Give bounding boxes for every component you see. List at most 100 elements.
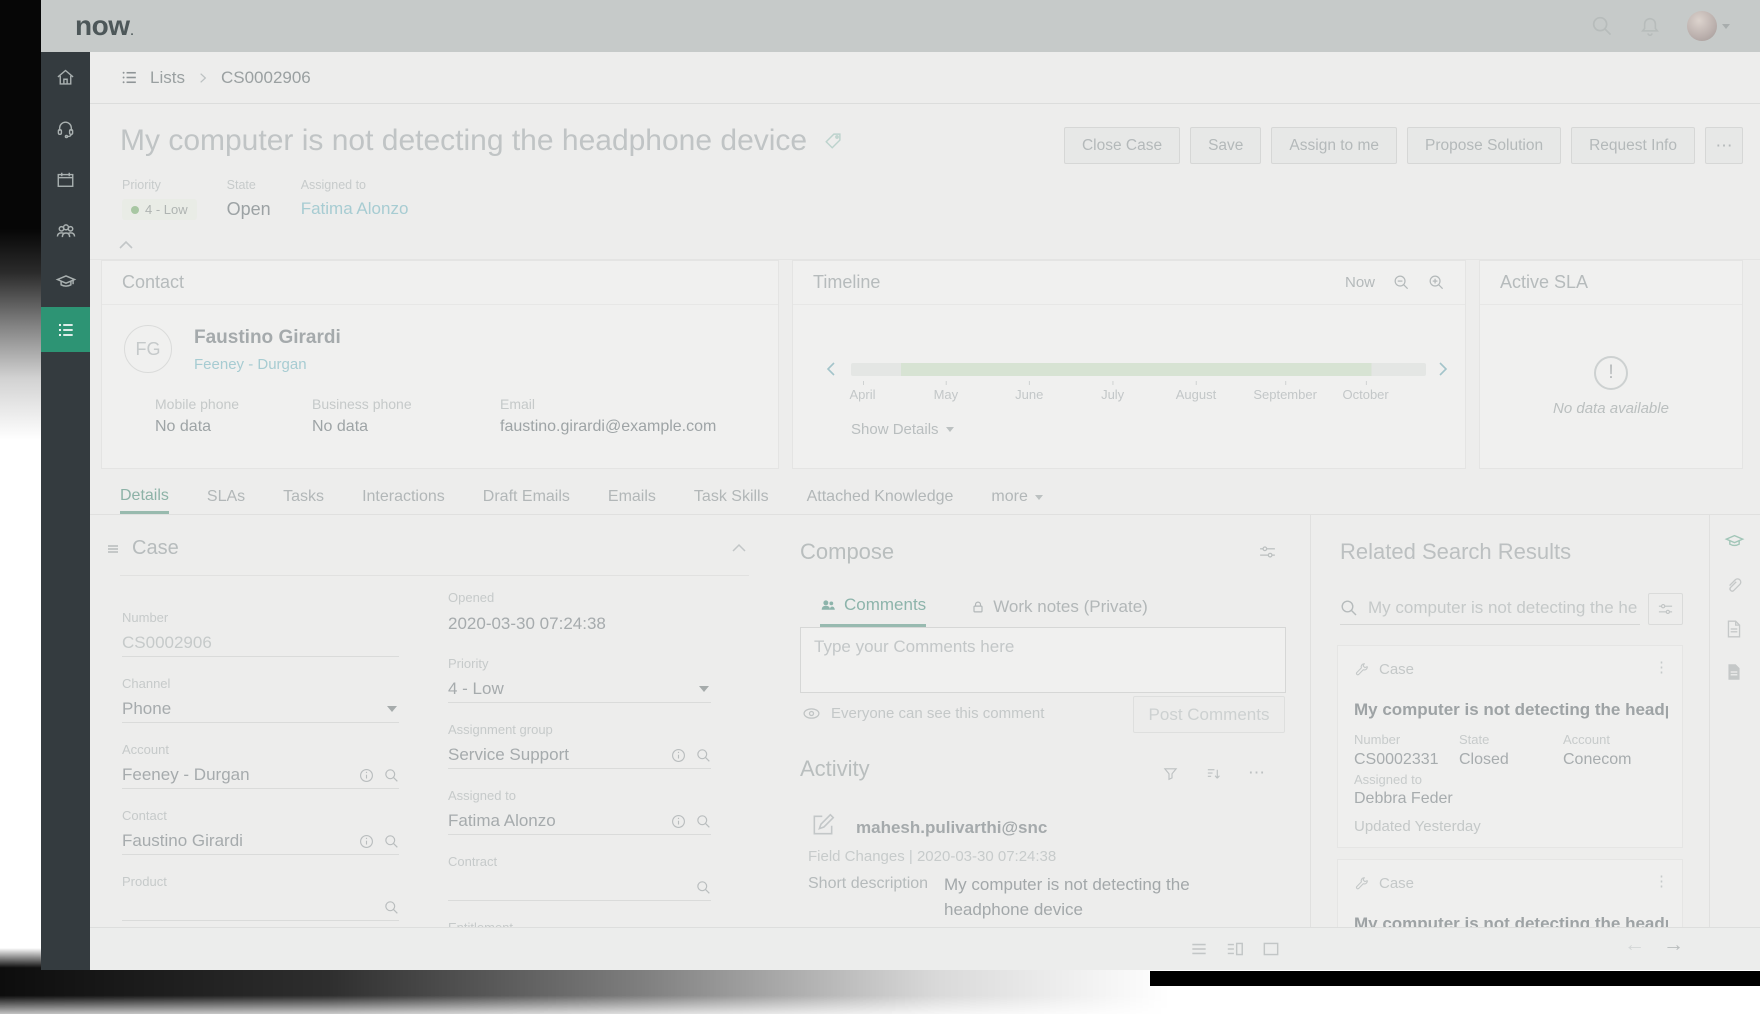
card-kebab-menu-icon[interactable]: ⋮ xyxy=(1654,658,1669,676)
sort-icon[interactable] xyxy=(1205,765,1222,782)
lookup-search-icon[interactable] xyxy=(696,748,711,763)
timeline-scroll-right[interactable] xyxy=(1437,361,1449,377)
headset-icon xyxy=(57,121,74,139)
result-title[interactable]: My computer is not detecting the headp… xyxy=(1354,700,1668,720)
activity-more-icon[interactable]: ⋯ xyxy=(1248,763,1266,783)
lookup-search-icon[interactable] xyxy=(384,834,399,849)
tab-task-skills[interactable]: Task Skills xyxy=(694,480,769,514)
notifications-bell-icon[interactable] xyxy=(1639,15,1661,37)
tab-draft-emails[interactable]: Draft Emails xyxy=(483,480,570,514)
page-title: My computer is not detecting the headpho… xyxy=(120,124,843,158)
next-record-arrow[interactable]: → xyxy=(1663,933,1684,957)
assigned-to-reference-input[interactable]: Fatima Alonzo xyxy=(448,808,711,835)
lookup-search-icon[interactable] xyxy=(696,814,711,829)
contact-reference-input[interactable]: Faustino Girardi xyxy=(122,828,399,855)
contact-fields: Mobile phone No data Business phone No d… xyxy=(155,396,716,436)
more-actions-button[interactable]: ⋯ xyxy=(1705,127,1743,164)
product-reference-input[interactable] xyxy=(122,894,399,921)
channel-select[interactable]: Phone xyxy=(122,696,399,723)
sidebar-item-home[interactable] xyxy=(41,52,90,103)
contract-reference-input[interactable] xyxy=(448,874,711,901)
contact-email-link[interactable]: faustino.girardi@example.com xyxy=(500,418,716,436)
attachment-paperclip-icon[interactable] xyxy=(1724,575,1744,595)
timeline-card-header: Timeline Now xyxy=(793,261,1465,305)
save-button[interactable]: Save xyxy=(1190,127,1262,164)
contact-account-link[interactable]: Feeney - Durgan xyxy=(194,356,307,373)
timeline-bar[interactable] xyxy=(851,363,1426,376)
document-outline-icon[interactable] xyxy=(1724,619,1744,639)
card-kebab-menu-icon[interactable]: ⋮ xyxy=(1654,872,1669,890)
knowledge-cap-icon[interactable] xyxy=(1724,531,1745,552)
document-filled-icon[interactable] xyxy=(1724,662,1744,682)
related-search-input[interactable] xyxy=(1368,597,1640,618)
search-settings-button[interactable] xyxy=(1648,593,1683,625)
activity-entry-user: mahesh.pulivarthi@snc xyxy=(856,818,1048,837)
side-tool-strip xyxy=(1709,515,1760,927)
tag-icon[interactable] xyxy=(823,131,843,151)
assigned-to-link[interactable]: Fatima Alonzo xyxy=(301,199,409,219)
tab-attached-knowledge[interactable]: Attached Knowledge xyxy=(807,480,954,514)
timeline-now-label[interactable]: Now xyxy=(1345,274,1375,291)
priority-select[interactable]: 4 - Low xyxy=(448,676,711,703)
request-info-button[interactable]: Request Info xyxy=(1571,127,1695,164)
wrench-icon xyxy=(1355,876,1368,889)
comments-textarea[interactable] xyxy=(800,627,1286,693)
sidebar-item-accounts[interactable] xyxy=(41,205,90,256)
sidebar-item-lists[interactable] xyxy=(41,307,90,352)
lookup-search-icon[interactable] xyxy=(696,880,711,895)
chevron-down-icon xyxy=(1722,23,1730,29)
result-title[interactable]: My computer is not detecting the headp xyxy=(1354,914,1668,927)
user-avatar[interactable] xyxy=(1687,11,1717,41)
tab-details[interactable]: Details xyxy=(120,480,169,514)
priority-group: Priority 4 - Low xyxy=(122,178,197,220)
propose-solution-button[interactable]: Propose Solution xyxy=(1407,127,1562,164)
breadcrumb-lists[interactable]: Lists xyxy=(150,68,185,88)
tab-slas[interactable]: SLAs xyxy=(207,480,245,514)
tab-more[interactable]: more xyxy=(991,480,1043,514)
drag-handle-icon[interactable] xyxy=(106,542,120,556)
full-view-icon[interactable] xyxy=(1261,939,1281,959)
search-icon[interactable] xyxy=(1591,15,1613,37)
related-search-title: Related Search Results xyxy=(1340,539,1572,564)
sidebar-item-knowledge[interactable] xyxy=(41,256,90,307)
assign-to-me-button[interactable]: Assign to me xyxy=(1271,127,1398,164)
post-comments-button[interactable]: Post Comments xyxy=(1133,696,1285,733)
sidebar-item-calendar[interactable] xyxy=(41,154,90,205)
previous-record-arrow[interactable]: ← xyxy=(1624,933,1645,957)
info-icon[interactable] xyxy=(359,768,374,783)
tab-work-notes[interactable]: Work notes (Private) xyxy=(970,595,1148,627)
show-details-toggle[interactable]: Show Details xyxy=(851,421,954,438)
compose-settings-sliders-icon[interactable] xyxy=(1258,543,1277,562)
state-group: State Open xyxy=(227,178,271,220)
zoom-in-icon[interactable] xyxy=(1428,274,1445,291)
active-sla-header: Active SLA xyxy=(1480,261,1742,305)
zoom-out-icon[interactable] xyxy=(1393,274,1410,291)
opened-value: 2020-03-30 07:24:38 xyxy=(448,613,606,633)
lookup-search-icon[interactable] xyxy=(384,900,399,915)
activity-title: Activity xyxy=(800,756,870,781)
user-menu[interactable] xyxy=(1687,11,1730,41)
number-input[interactable]: CS0002906 xyxy=(122,630,399,657)
tab-emails[interactable]: Emails xyxy=(608,480,656,514)
related-result-card[interactable]: Case ⋮ My computer is not detecting the … xyxy=(1337,859,1683,927)
collapse-header-chevron[interactable] xyxy=(117,239,135,251)
related-result-card[interactable]: Case ⋮ My computer is not detecting the … xyxy=(1337,645,1683,848)
info-icon[interactable] xyxy=(671,814,686,829)
sidebar-item-agent-workspace[interactable] xyxy=(41,103,90,154)
info-icon[interactable] xyxy=(359,834,374,849)
account-reference-input[interactable]: Feeney - Durgan xyxy=(122,762,399,789)
assignment-group-reference-input[interactable]: Service Support xyxy=(448,742,711,769)
compose-tabs: Comments Work notes (Private) xyxy=(820,595,1148,627)
split-view-icon[interactable] xyxy=(1225,939,1245,959)
info-icon[interactable] xyxy=(671,748,686,763)
timeline-scroll-left[interactable] xyxy=(825,361,837,377)
collapse-case-section-chevron[interactable] xyxy=(731,543,747,553)
tab-interactions[interactable]: Interactions xyxy=(362,480,445,514)
field-priority: Priority 4 - Low xyxy=(448,656,711,703)
lookup-search-icon[interactable] xyxy=(384,768,399,783)
list-view-icon[interactable] xyxy=(1189,939,1209,959)
close-case-button[interactable]: Close Case xyxy=(1063,127,1181,164)
filter-funnel-icon[interactable] xyxy=(1162,765,1179,782)
tab-comments[interactable]: Comments xyxy=(820,595,927,627)
tab-tasks[interactable]: Tasks xyxy=(283,480,324,514)
